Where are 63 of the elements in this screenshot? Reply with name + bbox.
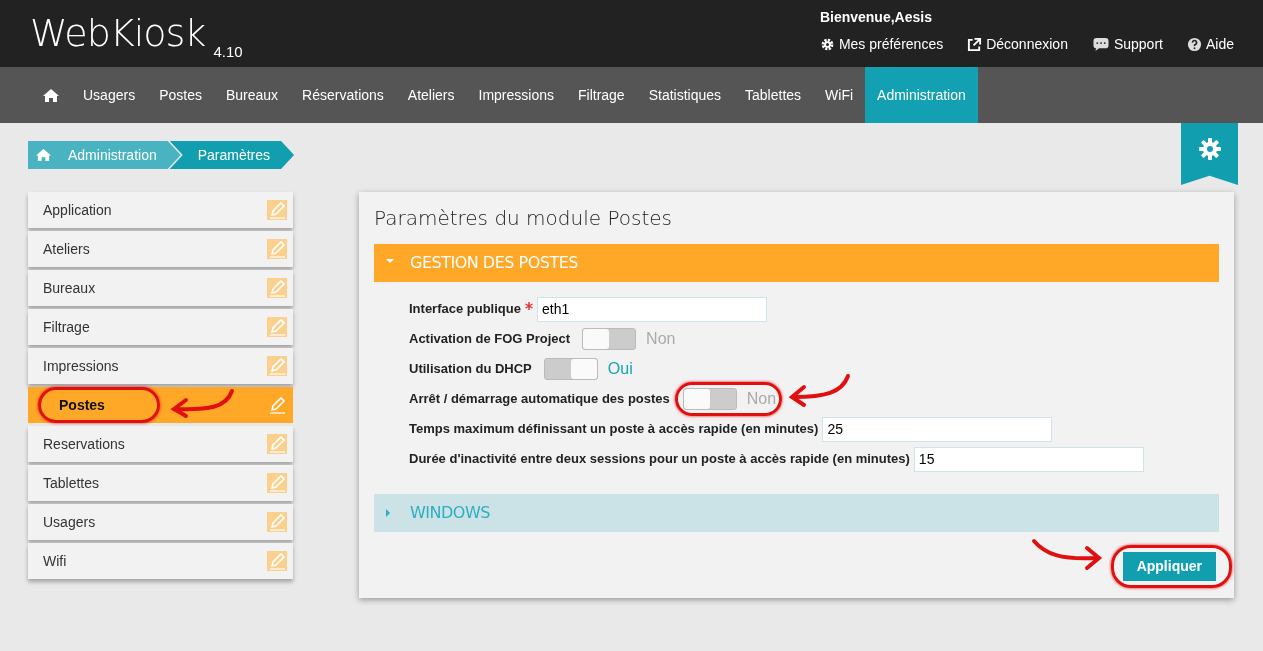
nav-tab[interactable]: Impressions <box>466 67 566 123</box>
sidebar-item[interactable]: Wifi <box>28 543 293 579</box>
sidebar-item[interactable]: Bureaux <box>28 270 293 306</box>
nav-tab[interactable]: Usagers <box>71 67 148 123</box>
edit-icon[interactable] <box>267 278 287 298</box>
nav-tab[interactable]: Bureaux <box>213 67 291 123</box>
version-text: 4.10 <box>213 41 243 62</box>
field-label: Temps maximum définissant un poste à accès rapide (en minutes) <box>409 420 819 439</box>
nav-tab[interactable]: Filtrage <box>565 67 637 123</box>
sidebar-item[interactable]: Filtrage <box>28 309 293 345</box>
field-label: Utilisation du DHCP <box>409 360 532 379</box>
toggle-switch[interactable] <box>582 328 637 350</box>
welcome-text: Bienvenue,Aesis <box>819 8 933 27</box>
sidebar-item[interactable]: Ateliers <box>28 231 293 267</box>
sidebar-item[interactable]: Reservations <box>28 426 293 462</box>
edit-icon[interactable] <box>267 239 287 259</box>
sidebar-item[interactable]: Tablettes <box>28 465 293 501</box>
toggle-state-text: Non <box>746 389 777 409</box>
settings-tab[interactable] <box>1181 123 1238 185</box>
home-icon <box>36 148 51 162</box>
edit-icon[interactable] <box>267 395 287 415</box>
nav-tab[interactable]: Ateliers <box>395 67 467 123</box>
field-label: Activation de FOG Project <box>409 330 571 349</box>
logo-text: WebKiosk <box>30 14 206 52</box>
toggle-state-text: Non <box>646 329 676 349</box>
nav-tab[interactable]: Postes <box>147 67 214 123</box>
edit-icon[interactable] <box>267 356 287 376</box>
nav-tab[interactable]: WiFi <box>813 67 866 123</box>
edit-icon[interactable] <box>267 317 287 337</box>
field-label: Arrêt / démarrage automatique des postes <box>409 390 671 409</box>
help-icon <box>1186 37 1202 52</box>
sidebar-item[interactable]: Postes <box>28 387 293 423</box>
nav-tab[interactable]: Réservations <box>290 67 396 123</box>
settings-icon <box>819 37 835 52</box>
edit-icon[interactable] <box>267 200 287 220</box>
sidebar-item[interactable]: Application <box>28 192 293 228</box>
text-field[interactable]: eth1 <box>536 296 767 322</box>
header-link[interactable]: Déconnexion <box>967 34 1068 55</box>
header-link[interactable]: Mes préférences <box>819 34 944 55</box>
edit-icon[interactable] <box>267 512 287 532</box>
toggle-switch[interactable] <box>682 388 737 410</box>
sidebar-item[interactable]: Usagers <box>28 504 293 540</box>
toggle-switch[interactable] <box>543 358 598 380</box>
sidebar-item[interactable]: Impressions <box>28 348 293 384</box>
settings-icon <box>1197 137 1222 161</box>
chat-bubble-icon <box>1091 37 1110 52</box>
edit-icon[interactable] <box>267 473 287 493</box>
toggle-state-text: Oui <box>607 359 633 379</box>
annotation-arrow <box>788 373 853 407</box>
header-link[interactable]: Support <box>1091 34 1163 55</box>
text-field[interactable]: 25 <box>822 416 1053 442</box>
field-label: Interface publique <box>409 300 521 319</box>
field-label: Durée d'inactivité entre deux sessions pour un poste à accès rapide (en minutes) <box>409 450 910 469</box>
nav-tab[interactable]: Tablettes <box>733 67 814 123</box>
header-link[interactable]: Aide <box>1186 34 1234 55</box>
required-icon <box>524 302 533 310</box>
panel-title: Paramètres du module Postes <box>374 206 673 230</box>
edit-icon[interactable] <box>267 434 287 454</box>
nav-tab[interactable]: Statistiques <box>636 67 734 123</box>
edit-icon[interactable] <box>267 551 287 571</box>
home-icon <box>43 87 59 103</box>
external-link-icon <box>967 37 983 52</box>
text-field[interactable]: 15 <box>913 446 1144 472</box>
